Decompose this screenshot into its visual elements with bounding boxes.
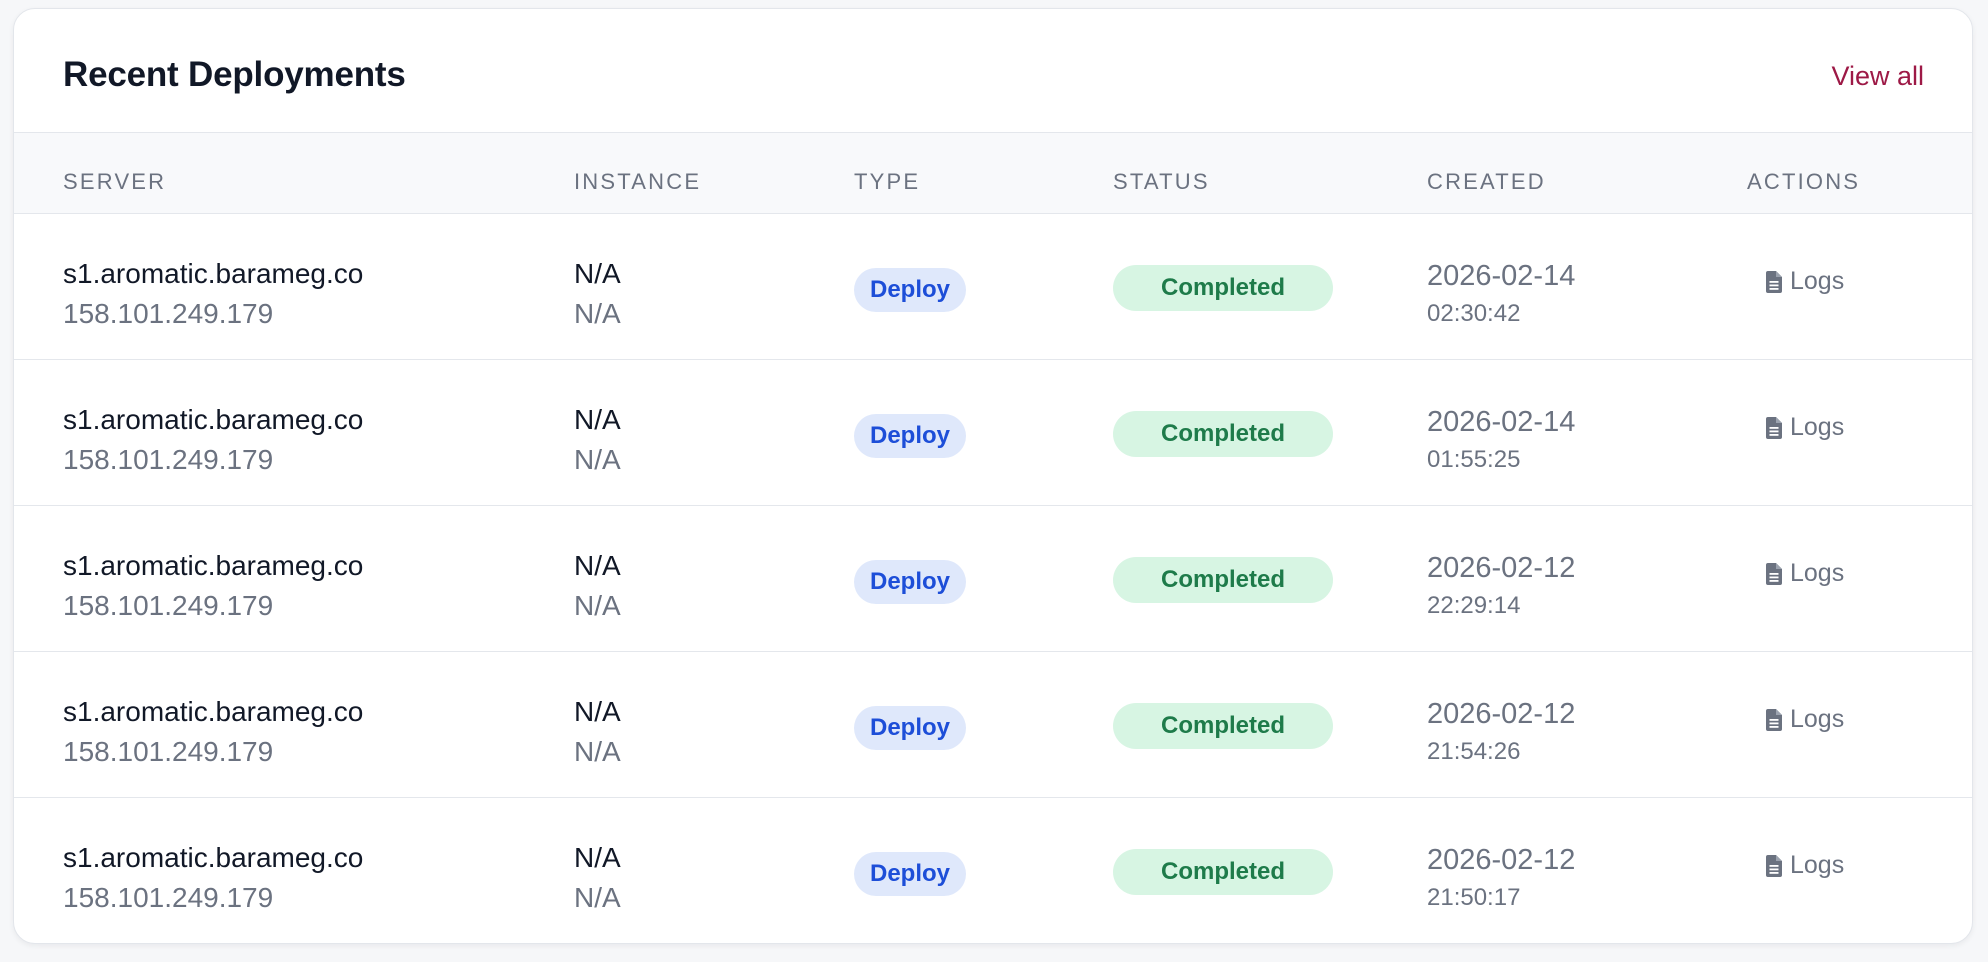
column-header-actions: ACTIONS	[1747, 169, 1861, 194]
instance-name: N/A	[574, 258, 621, 289]
created-time: 22:29:14	[1427, 592, 1521, 619]
logs-label: Logs	[1790, 559, 1845, 587]
view-all-link[interactable]: View all	[1831, 61, 1924, 92]
card-header: Recent Deployments View all	[14, 9, 1972, 132]
server-ip: 158.101.249.179	[63, 590, 274, 621]
server-name: s1.aromatic.barameg.co	[63, 404, 364, 435]
logs-label: Logs	[1790, 705, 1845, 733]
card-title: Recent Deployments	[63, 55, 406, 94]
server-ip: 158.101.249.179	[63, 882, 274, 913]
type-badge: Deploy	[854, 706, 967, 750]
document-icon	[1766, 416, 1782, 439]
table-row: s1.aromatic.barameg.co 158.101.249.179 N…	[14, 360, 1972, 506]
server-ip: 158.101.249.179	[63, 444, 274, 475]
server-ip: 158.101.249.179	[63, 298, 274, 329]
logs-button[interactable]: Logs	[1766, 267, 1844, 296]
document-icon	[1766, 854, 1782, 877]
type-badge: Deploy	[854, 414, 967, 458]
column-header-type: TYPE	[854, 169, 921, 194]
table-row: s1.aromatic.barameg.co 158.101.249.179 N…	[14, 214, 1972, 360]
instance-name: N/A	[574, 404, 621, 435]
instance-name: N/A	[574, 550, 621, 581]
column-header-status: STATUS	[1113, 169, 1210, 194]
status-badge: Completed	[1113, 411, 1333, 457]
type-badge: Deploy	[854, 852, 967, 896]
server-name: s1.aromatic.barameg.co	[63, 842, 364, 873]
table-row: s1.aromatic.barameg.co 158.101.249.179 N…	[14, 798, 1972, 943]
logs-label: Logs	[1790, 267, 1845, 295]
logs-label: Logs	[1790, 413, 1845, 441]
server-ip: 158.101.249.179	[63, 736, 274, 767]
type-badge: Deploy	[854, 560, 967, 604]
status-badge: Completed	[1113, 703, 1333, 749]
instance-id: N/A	[574, 444, 621, 475]
table-row: s1.aromatic.barameg.co 158.101.249.179 N…	[14, 652, 1972, 798]
column-header-created: CREATED	[1427, 169, 1546, 194]
created-date: 2026-02-12	[1427, 844, 1576, 876]
logs-button[interactable]: Logs	[1766, 705, 1844, 734]
status-badge: Completed	[1113, 557, 1333, 603]
logs-button[interactable]: Logs	[1766, 851, 1844, 880]
logs-button[interactable]: Logs	[1766, 559, 1844, 588]
created-time: 01:55:25	[1427, 446, 1521, 473]
server-name: s1.aromatic.barameg.co	[63, 696, 364, 727]
created-date: 2026-02-12	[1427, 698, 1576, 730]
column-header-server: SERVER	[63, 169, 167, 194]
instance-id: N/A	[574, 882, 621, 913]
instance-name: N/A	[574, 842, 621, 873]
created-time: 21:50:17	[1427, 884, 1521, 911]
logs-label: Logs	[1790, 851, 1845, 879]
created-date: 2026-02-12	[1427, 552, 1576, 584]
instance-name: N/A	[574, 696, 621, 727]
table-header: SERVER INSTANCE TYPE STATUS CREATED ACTI…	[14, 132, 1972, 214]
instance-id: N/A	[574, 736, 621, 767]
logs-button[interactable]: Logs	[1766, 413, 1844, 442]
status-badge: Completed	[1113, 849, 1333, 895]
status-badge: Completed	[1113, 265, 1333, 311]
document-icon	[1766, 270, 1782, 293]
document-icon	[1766, 562, 1782, 585]
instance-id: N/A	[574, 590, 621, 621]
server-name: s1.aromatic.barameg.co	[63, 258, 364, 289]
instance-id: N/A	[574, 298, 621, 329]
type-badge: Deploy	[854, 268, 967, 312]
created-time: 02:30:42	[1427, 300, 1521, 327]
created-date: 2026-02-14	[1427, 260, 1576, 292]
server-name: s1.aromatic.barameg.co	[63, 550, 364, 581]
recent-deployments-card: Recent Deployments View all SERVER INSTA…	[13, 8, 1973, 944]
created-time: 21:54:26	[1427, 738, 1521, 765]
column-header-instance: INSTANCE	[574, 169, 702, 194]
created-date: 2026-02-14	[1427, 406, 1576, 438]
document-icon	[1766, 708, 1782, 731]
table-body: s1.aromatic.barameg.co 158.101.249.179 N…	[14, 214, 1972, 943]
table-row: s1.aromatic.barameg.co 158.101.249.179 N…	[14, 506, 1972, 652]
